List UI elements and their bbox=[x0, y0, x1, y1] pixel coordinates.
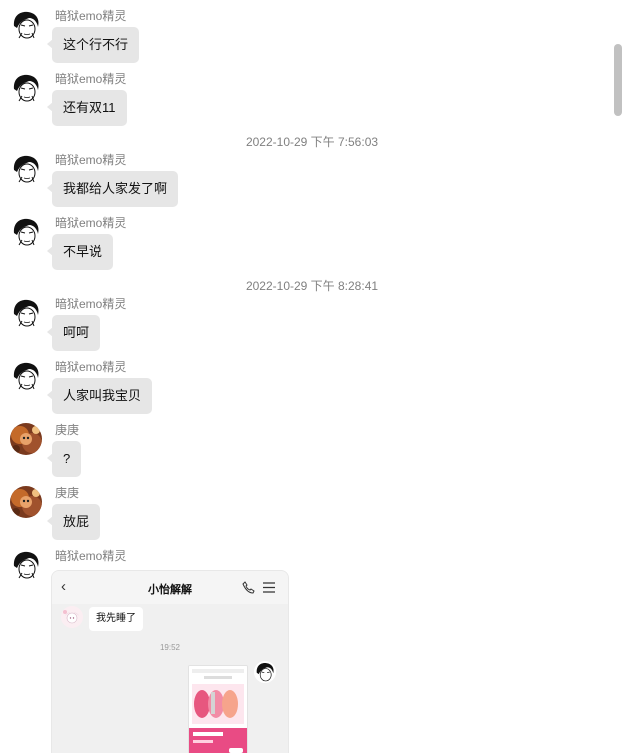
message-bubble[interactable]: 不早说 bbox=[46, 234, 114, 270]
sender-name: 庚庚 bbox=[55, 486, 80, 500]
message-bubble[interactable]: ? bbox=[46, 441, 82, 477]
emo-avatar[interactable] bbox=[10, 72, 42, 104]
emo-avatar[interactable] bbox=[10, 216, 42, 248]
sender-name: 庚庚 bbox=[55, 423, 80, 437]
scrollbar-thumb[interactable] bbox=[614, 44, 622, 116]
emo-avatar[interactable] bbox=[10, 9, 42, 41]
screenshot-time: 19:52 bbox=[159, 643, 181, 652]
message-bubble[interactable]: 呵呵 bbox=[46, 315, 101, 351]
menu-icon bbox=[263, 582, 275, 593]
screenshot-bubble: 我先睡了 bbox=[89, 607, 143, 631]
emo-avatar-small bbox=[254, 661, 276, 683]
image-message[interactable]: ‹ 小怡解解 我先睡了 19:52 bbox=[51, 570, 289, 753]
sender-name: 暗狱emo精灵 bbox=[55, 216, 127, 230]
message-bubble[interactable]: 我都给人家发了啊 bbox=[46, 171, 179, 207]
sender-name: 暗狱emo精灵 bbox=[55, 549, 127, 563]
timestamp: 2022-10-29 下午 8:28:41 bbox=[245, 279, 379, 293]
girl-avatar bbox=[61, 606, 83, 628]
timestamp: 2022-10-29 下午 7:56:03 bbox=[245, 135, 379, 149]
phone-icon bbox=[242, 581, 255, 594]
sender-name: 暗狱emo精灵 bbox=[55, 9, 127, 23]
message-bubble[interactable]: 放屁 bbox=[46, 504, 101, 540]
emo-avatar[interactable] bbox=[10, 549, 42, 581]
cat-avatar[interactable] bbox=[10, 423, 42, 455]
cat-avatar[interactable] bbox=[10, 486, 42, 518]
message-bubble[interactable]: 人家叫我宝贝 bbox=[46, 378, 153, 414]
sender-name: 暗狱emo精灵 bbox=[55, 360, 127, 374]
sender-name: 暗狱emo精灵 bbox=[55, 72, 127, 86]
product-image bbox=[188, 665, 248, 753]
emo-avatar[interactable] bbox=[10, 297, 42, 329]
message-bubble[interactable]: 这个行不行 bbox=[46, 27, 140, 63]
message-bubble[interactable]: 还有双11 bbox=[47, 90, 127, 126]
emo-avatar[interactable] bbox=[10, 153, 42, 185]
chat-window: 暗狱emo精灵 这个行不行 暗狱emo精灵 还有双11 2022-10-29 下… bbox=[0, 0, 624, 753]
sender-name: 暗狱emo精灵 bbox=[55, 297, 127, 311]
sender-name: 暗狱emo精灵 bbox=[55, 153, 127, 167]
emo-avatar[interactable] bbox=[10, 360, 42, 392]
